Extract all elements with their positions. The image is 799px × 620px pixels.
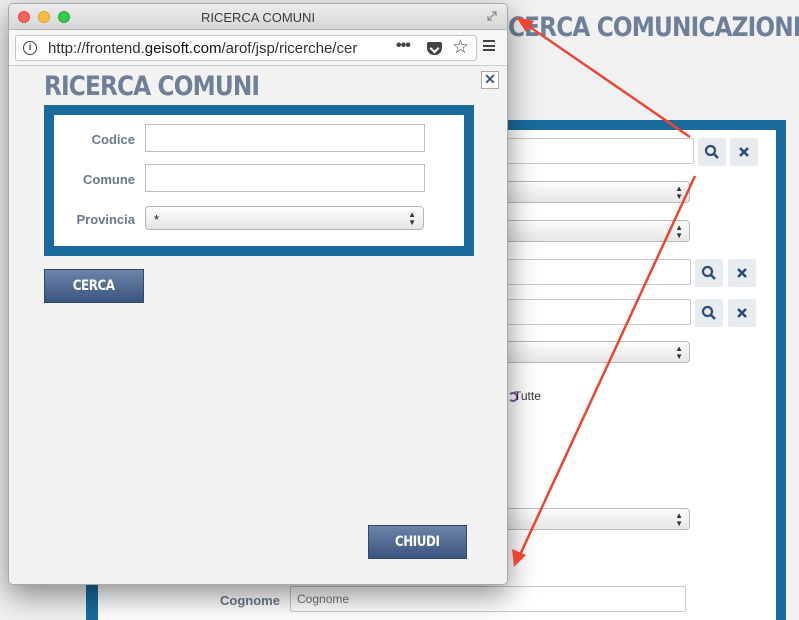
chevron-updown-icon: ▲ ▼ bbox=[675, 223, 683, 240]
url-toolbar: i http://frontend.geisoft.com/arof/jsp/r… bbox=[9, 30, 507, 66]
chiudi-button-label: CHIUDI bbox=[395, 534, 440, 550]
provincia-label: Provincia bbox=[76, 212, 135, 227]
url-prefix: http://frontend. bbox=[48, 40, 145, 57]
search-icon[interactable] bbox=[698, 138, 726, 166]
pocket-icon[interactable] bbox=[427, 42, 442, 55]
info-icon[interactable]: i bbox=[23, 41, 37, 55]
window-titlebar: RICERCA COMUNI bbox=[9, 4, 507, 30]
bg-search-field-1[interactable] bbox=[498, 138, 694, 164]
chiudi-button[interactable]: CHIUDI bbox=[368, 525, 467, 559]
popup-content: ✕ RICERCA COMUNI Codice Comune Provincia… bbox=[9, 66, 507, 584]
url-field[interactable]: i http://frontend.geisoft.com/arof/jsp/r… bbox=[15, 35, 477, 61]
background-page-title: CERCA COMUNICAZIONI bbox=[508, 12, 799, 43]
bg-search-field-2[interactable] bbox=[498, 259, 691, 285]
search-icon[interactable] bbox=[695, 259, 723, 287]
url-text[interactable]: http://frontend.geisoft.com/arof/jsp/ric… bbox=[48, 40, 388, 57]
close-icon[interactable] bbox=[728, 259, 756, 287]
comune-input[interactable] bbox=[145, 164, 425, 192]
close-icon[interactable]: ✕ bbox=[481, 71, 499, 89]
resize-icon[interactable] bbox=[485, 10, 499, 24]
url-path: /arof/jsp/ricerche/cer bbox=[221, 40, 358, 57]
radio-tutte-label: Tutte bbox=[514, 389, 541, 403]
cerca-button[interactable]: CERCA bbox=[44, 269, 144, 303]
search-form: Codice Comune Provincia * ▲ ▼ bbox=[54, 115, 464, 246]
bg-search-field-3[interactable] bbox=[498, 299, 691, 325]
chevron-updown-icon: ▲ ▼ bbox=[675, 344, 683, 361]
chevron-updown-icon: ▲ ▼ bbox=[675, 184, 683, 201]
hamburger-menu-icon[interactable] bbox=[483, 40, 495, 51]
search-icon[interactable] bbox=[695, 299, 723, 327]
popup-window: RICERCA COMUNI i http://frontend.geisoft… bbox=[8, 3, 508, 585]
close-icon[interactable] bbox=[730, 138, 758, 166]
bg-select-4[interactable]: ▲ ▼ bbox=[498, 508, 690, 530]
bg-select-3[interactable]: ▲ ▼ bbox=[498, 341, 690, 363]
close-icon[interactable] bbox=[728, 299, 756, 327]
more-actions-icon[interactable]: ••• bbox=[396, 37, 411, 55]
search-form-frame: Codice Comune Provincia * ▲ ▼ bbox=[44, 105, 474, 256]
comune-label: Comune bbox=[83, 172, 135, 187]
chevron-updown-icon: ▲ ▼ bbox=[675, 511, 683, 528]
codice-label: Codice bbox=[91, 132, 135, 147]
form-title: RICERCA COMUNI bbox=[44, 71, 260, 102]
cerca-button-label: CERCA bbox=[73, 278, 115, 294]
url-domain: geisoft.com bbox=[144, 40, 222, 57]
codice-input[interactable] bbox=[145, 124, 425, 152]
cognome-input[interactable] bbox=[290, 586, 686, 612]
bg-select-2[interactable]: ▲ ▼ bbox=[498, 220, 690, 242]
window-title: RICERCA COMUNI bbox=[200, 10, 316, 25]
bookmark-star-icon[interactable]: ☆ bbox=[452, 36, 469, 59]
bg-select-1[interactable]: ▲ ▼ bbox=[498, 181, 690, 203]
provincia-select[interactable]: * ▲ ▼ bbox=[145, 206, 424, 230]
provincia-selected-value: * bbox=[154, 212, 160, 227]
chevron-updown-icon: ▲ ▼ bbox=[408, 210, 416, 227]
cognome-label: Cognome bbox=[220, 593, 280, 608]
